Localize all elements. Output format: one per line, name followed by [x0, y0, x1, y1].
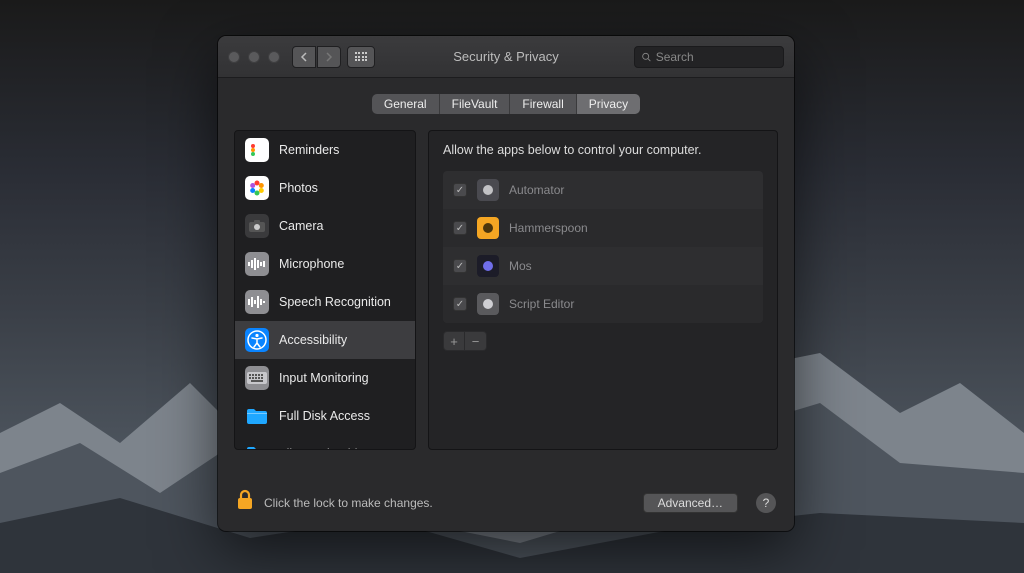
tab-filevault[interactable]: FileVault: [440, 94, 511, 114]
sidebar-item-input-monitoring[interactable]: Input Monitoring: [235, 359, 415, 397]
add-remove-controls: + −: [443, 331, 763, 351]
sidebar-item-full-disk-access[interactable]: Full Disk Access: [235, 397, 415, 435]
back-button[interactable]: [292, 46, 316, 68]
advanced-button[interactable]: Advanced…: [643, 493, 738, 513]
app-row[interactable]: ✓ Automator: [443, 171, 763, 209]
sidebar-item-files-and-folders[interactable]: Files and Folders: [235, 435, 415, 450]
app-checkbox[interactable]: ✓: [453, 183, 467, 197]
close-button[interactable]: [228, 51, 240, 63]
sidebar-item-label: Full Disk Access: [279, 409, 370, 423]
sidebar-item-label: Files and Folders: [279, 447, 375, 450]
sidebar-item-speech-recognition[interactable]: Speech Recognition: [235, 283, 415, 321]
sidebar-item-label: Reminders: [279, 143, 339, 157]
remove-button[interactable]: −: [465, 331, 487, 351]
search-input[interactable]: [656, 50, 777, 64]
tab-general[interactable]: General: [372, 94, 440, 114]
titlebar: Security & Privacy: [218, 36, 794, 78]
app-icon: [477, 255, 499, 277]
tab-privacy[interactable]: Privacy: [577, 94, 640, 114]
help-button[interactable]: ?: [756, 493, 776, 513]
folder-icon: [245, 442, 269, 450]
app-checkbox[interactable]: ✓: [453, 259, 467, 273]
sidebar-item-accessibility[interactable]: Accessibility: [235, 321, 415, 359]
camera-icon: [245, 214, 269, 238]
sidebar-item-reminders[interactable]: Reminders: [235, 131, 415, 169]
app-name: Mos: [509, 259, 532, 273]
sidebar-item-label: Microphone: [279, 257, 344, 271]
preferences-window: Security & Privacy GeneralFileVaultFirew…: [218, 36, 794, 531]
app-icon: [477, 179, 499, 201]
add-button[interactable]: +: [443, 331, 465, 351]
app-icon: [477, 293, 499, 315]
sidebar-item-label: Accessibility: [279, 333, 347, 347]
privacy-category-list[interactable]: Reminders Photos Camera Microphone Speech Re…: [234, 130, 416, 450]
show-all-button[interactable]: [347, 46, 375, 68]
forward-button[interactable]: [317, 46, 341, 68]
app-name: Hammerspoon: [509, 221, 588, 235]
window-controls: [228, 51, 280, 63]
sidebar-item-photos[interactable]: Photos: [235, 169, 415, 207]
zoom-button[interactable]: [268, 51, 280, 63]
search-field[interactable]: [634, 46, 784, 68]
keyboard-icon: [245, 366, 269, 390]
photos-icon: [245, 176, 269, 200]
tabs: GeneralFileVaultFirewallPrivacy: [218, 94, 794, 114]
app-icon: [477, 217, 499, 239]
reminders-icon: [245, 138, 269, 162]
app-row[interactable]: ✓ Script Editor: [443, 285, 763, 323]
app-row[interactable]: ✓ Mos: [443, 247, 763, 285]
content-panes: Reminders Photos Camera Microphone Speech Re…: [218, 130, 794, 450]
search-icon: [641, 51, 652, 63]
lock-icon[interactable]: [236, 489, 254, 517]
sidebar-item-microphone[interactable]: Microphone: [235, 245, 415, 283]
nav-buttons: [292, 46, 341, 68]
app-checkbox[interactable]: ✓: [453, 221, 467, 235]
app-name: Script Editor: [509, 297, 574, 311]
sidebar-item-label: Photos: [279, 181, 318, 195]
accessibility-icon: [245, 328, 269, 352]
lock-message: Click the lock to make changes.: [264, 496, 433, 510]
tab-firewall[interactable]: Firewall: [510, 94, 576, 114]
app-list[interactable]: ✓ Automator ✓ Hammerspoon ✓ Mos ✓ Script Editor: [443, 171, 763, 323]
microphone-icon: [245, 252, 269, 276]
sidebar-item-label: Camera: [279, 219, 323, 233]
speech-icon: [245, 290, 269, 314]
sidebar-item-camera[interactable]: Camera: [235, 207, 415, 245]
minimize-button[interactable]: [248, 51, 260, 63]
footer: Click the lock to make changes. Advanced…: [218, 475, 794, 531]
app-checkbox[interactable]: ✓: [453, 297, 467, 311]
folder-icon: [245, 404, 269, 428]
app-name: Automator: [509, 183, 564, 197]
sidebar-item-label: Speech Recognition: [279, 295, 391, 309]
app-row[interactable]: ✓ Hammerspoon: [443, 209, 763, 247]
sidebar-item-label: Input Monitoring: [279, 371, 369, 385]
detail-pane: Allow the apps below to control your com…: [428, 130, 778, 450]
detail-heading: Allow the apps below to control your com…: [443, 143, 763, 157]
